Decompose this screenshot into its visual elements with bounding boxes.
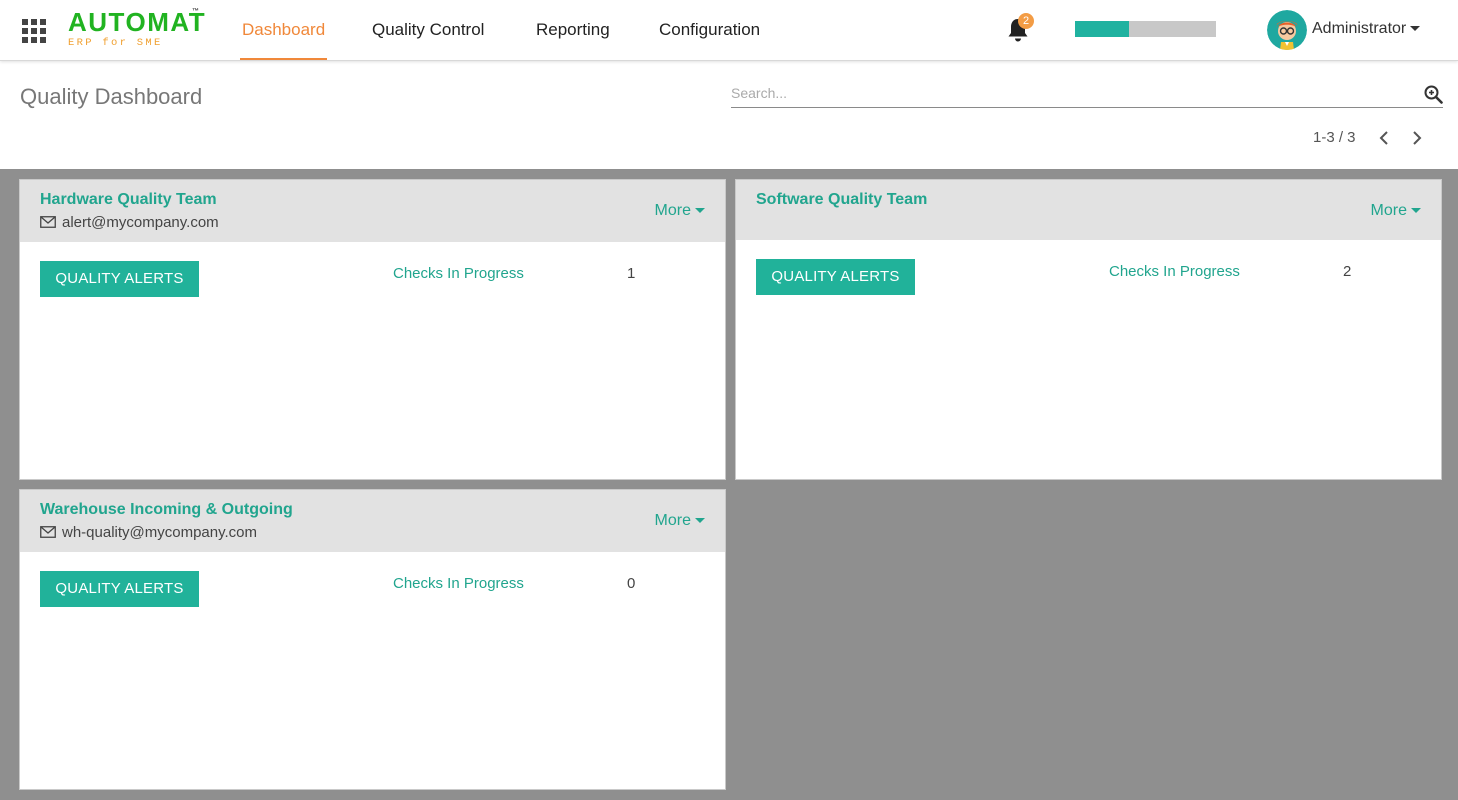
quality-alerts-button[interactable]: QUALITY ALERTS	[756, 259, 915, 295]
chevron-left-icon[interactable]	[1377, 130, 1391, 146]
team-email: alert@mycompany.com	[40, 214, 219, 231]
caret-down-icon	[1411, 208, 1421, 214]
activity-progress-bar	[1075, 21, 1216, 37]
team-email-text: wh-quality@mycompany.com	[62, 524, 258, 541]
chevron-right-icon[interactable]	[1410, 130, 1424, 146]
checks-in-progress-link[interactable]: Checks In Progress	[1109, 263, 1240, 280]
caret-down-icon	[695, 518, 705, 524]
nav-configuration[interactable]: Configuration	[659, 0, 760, 59]
quality-alerts-button[interactable]: QUALITY ALERTS	[40, 571, 199, 607]
team-card: Warehouse Incoming & Outgoing wh-quality…	[19, 489, 726, 790]
team-card-header: Software Quality Team More	[736, 180, 1441, 240]
user-name-label: Administrator	[1312, 20, 1407, 37]
notification-badge: 2	[1018, 13, 1034, 29]
checks-in-progress-link[interactable]: Checks In Progress	[393, 575, 524, 592]
quality-alerts-button[interactable]: QUALITY ALERTS	[40, 261, 199, 297]
chevron-down-icon	[1410, 26, 1421, 32]
caret-down-icon	[695, 208, 705, 214]
checks-count[interactable]: 0	[627, 575, 635, 592]
checks-in-progress-link[interactable]: Checks In Progress	[393, 265, 524, 282]
envelope-icon	[40, 526, 56, 538]
more-label: More	[654, 202, 691, 219]
search-icon[interactable]	[1424, 85, 1443, 104]
top-navbar: AUTOMAT ™ ERP for SME Dashboard Quality …	[0, 0, 1458, 61]
app-logo[interactable]: AUTOMAT ™ ERP for SME	[68, 8, 206, 49]
checks-count[interactable]: 1	[627, 265, 635, 282]
pager-value[interactable]: 1-3 / 3	[1313, 129, 1356, 146]
logo-trademark: ™	[192, 8, 199, 15]
team-name[interactable]: Software Quality Team	[756, 191, 927, 209]
team-card-header: Hardware Quality Team alert@mycompany.co…	[20, 180, 725, 242]
team-email-text: alert@mycompany.com	[62, 214, 219, 231]
apps-grid-icon[interactable]	[22, 19, 46, 43]
logo-subtitle: ERP for SME	[68, 37, 163, 49]
logo-main-text: AUTOMAT	[68, 7, 207, 37]
progress-fill	[1075, 21, 1129, 37]
nav-dashboard[interactable]: Dashboard	[239, 0, 328, 60]
nav-reporting[interactable]: Reporting	[536, 0, 610, 59]
user-avatar[interactable]	[1267, 10, 1307, 50]
team-card: Software Quality Team More QUALITY ALERT…	[735, 179, 1442, 480]
user-menu[interactable]: Administrator	[1312, 0, 1421, 58]
search-input[interactable]	[731, 82, 1411, 104]
envelope-icon	[40, 216, 56, 228]
team-email: wh-quality@mycompany.com	[40, 524, 257, 541]
more-dropdown[interactable]: More	[1371, 202, 1421, 220]
team-card: Hardware Quality Team alert@mycompany.co…	[19, 179, 726, 480]
nav-quality-control[interactable]: Quality Control	[372, 0, 484, 59]
page-title: Quality Dashboard	[20, 84, 203, 109]
more-dropdown[interactable]: More	[655, 512, 705, 530]
more-label: More	[1370, 202, 1407, 219]
kanban-area: Hardware Quality Team alert@mycompany.co…	[0, 169, 1458, 800]
more-dropdown[interactable]: More	[655, 202, 705, 220]
more-label: More	[654, 512, 691, 529]
checks-count[interactable]: 2	[1343, 263, 1351, 280]
search-bar	[731, 82, 1443, 108]
team-name[interactable]: Warehouse Incoming & Outgoing	[40, 501, 293, 519]
team-name[interactable]: Hardware Quality Team	[40, 191, 217, 209]
team-card-header: Warehouse Incoming & Outgoing wh-quality…	[20, 490, 725, 552]
